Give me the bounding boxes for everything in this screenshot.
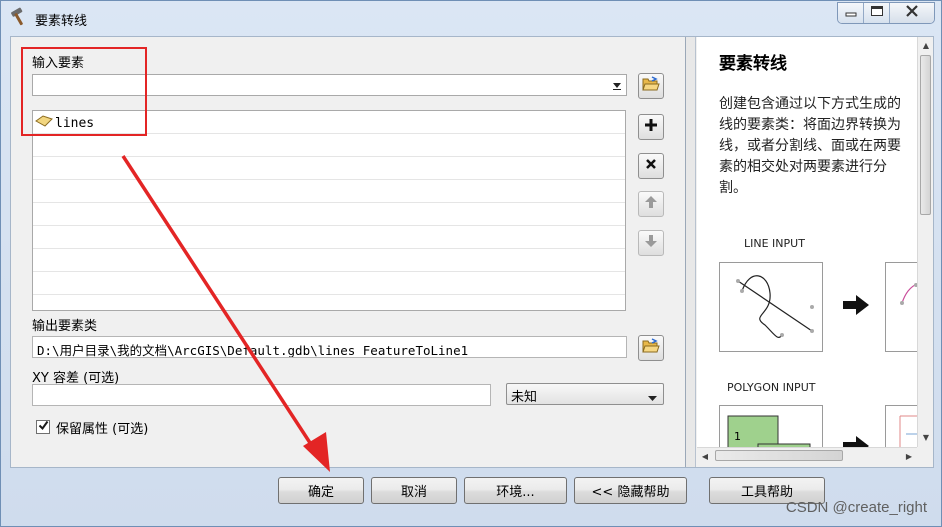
preserve-attributes-checkbox[interactable] bbox=[36, 420, 50, 434]
input-features-label: 输入要素 bbox=[32, 56, 85, 71]
polygon-label: 1 bbox=[734, 430, 741, 443]
xy-tolerance-field[interactable] bbox=[32, 384, 491, 406]
arrow-right-icon bbox=[842, 435, 870, 447]
scroll-right-icon[interactable]: ▶ bbox=[901, 448, 917, 464]
chevron-down-icon bbox=[648, 391, 657, 406]
window-controls bbox=[837, 2, 935, 24]
browse-output-button[interactable] bbox=[638, 335, 664, 361]
list-item[interactable]: lines bbox=[33, 111, 625, 134]
list-row-empty bbox=[33, 226, 625, 249]
scroll-up-icon[interactable]: ▲ bbox=[918, 37, 934, 53]
arrow-down-icon bbox=[644, 234, 658, 252]
checkmark-icon bbox=[38, 420, 49, 435]
close-icon bbox=[905, 5, 919, 21]
remove-input-button[interactable] bbox=[638, 153, 664, 179]
browse-input-button[interactable] bbox=[638, 73, 664, 99]
list-row-empty bbox=[33, 272, 625, 295]
xy-unit-value: 未知 bbox=[511, 390, 538, 405]
polygon-input-diagram: 1 bbox=[719, 405, 823, 447]
output-features-field[interactable]: D:\用户目录\我的文档\ArcGIS\Default.gdb\lines_Fe… bbox=[32, 336, 627, 358]
dialog-client-area: 输入要素 lines 输出要素类 D:\用户目录\我的文档\ArcGIS\Def… bbox=[10, 36, 934, 468]
window-title: 要素转线 bbox=[35, 14, 88, 29]
minimize-icon bbox=[845, 6, 857, 21]
arrow-right-icon bbox=[842, 294, 870, 320]
hammer-icon bbox=[9, 7, 29, 27]
polygon-output-diagram bbox=[885, 405, 917, 447]
list-row-empty bbox=[33, 203, 625, 226]
output-features-label: 输出要素类 bbox=[32, 319, 98, 334]
help-vscroll-thumb[interactable] bbox=[920, 55, 931, 215]
hide-help-button[interactable]: << 隐藏帮助 bbox=[574, 477, 687, 504]
help-hscroll-thumb[interactable] bbox=[715, 450, 843, 461]
chevron-down-icon[interactable] bbox=[608, 76, 625, 94]
title-bar[interactable]: 要素转线 bbox=[1, 1, 941, 35]
add-input-button[interactable] bbox=[638, 114, 664, 140]
maximize-button[interactable] bbox=[864, 3, 890, 23]
list-item-lines[interactable]: lines bbox=[35, 113, 94, 133]
x-icon bbox=[645, 158, 657, 174]
tool-dialog-window: 要素转线 输入要素 lines 输出要素类 D:\用户目录\我的文档\ArcGI… bbox=[0, 0, 942, 527]
plus-icon bbox=[644, 118, 658, 136]
list-row-empty bbox=[33, 157, 625, 180]
parameters-scrollbar[interactable] bbox=[686, 37, 696, 467]
input-features-list[interactable]: lines bbox=[32, 110, 626, 311]
list-row-empty bbox=[33, 249, 625, 272]
environments-button[interactable]: 环境... bbox=[464, 477, 567, 504]
open-folder-icon bbox=[642, 76, 660, 96]
polygon-layer-icon bbox=[35, 115, 53, 131]
line-input-diagram bbox=[719, 262, 823, 352]
close-button[interactable] bbox=[890, 3, 934, 23]
input-features-combobox[interactable] bbox=[32, 74, 627, 96]
list-row-empty bbox=[33, 134, 625, 157]
help-vertical-scrollbar[interactable]: ▲ ▼ bbox=[917, 37, 933, 447]
minimize-button[interactable] bbox=[838, 3, 864, 23]
help-title: 要素转线 bbox=[719, 54, 787, 74]
open-folder-icon bbox=[642, 338, 660, 358]
move-down-button[interactable] bbox=[638, 230, 664, 256]
list-row-empty bbox=[33, 180, 625, 203]
scroll-left-icon[interactable]: ◀ bbox=[697, 448, 713, 464]
arrow-up-icon bbox=[644, 195, 658, 213]
list-item-label: lines bbox=[55, 115, 95, 131]
xy-unit-select[interactable]: 未知 bbox=[506, 383, 664, 405]
preserve-attributes-label: 保留属性 (可选) bbox=[56, 422, 149, 437]
help-horizontal-scrollbar[interactable]: ◀ ▶ bbox=[697, 447, 917, 464]
watermark: CSDN @create_right bbox=[785, 499, 927, 516]
line-input-caption: LINE INPUT bbox=[744, 237, 805, 250]
scroll-down-icon[interactable]: ▼ bbox=[918, 429, 934, 445]
cancel-button[interactable]: 取消 bbox=[371, 477, 457, 504]
help-panel: 要素转线 创建包含通过以下方式生成的线的要素类：将面边界转换为线，或者分割线、面… bbox=[697, 37, 917, 447]
line-output-diagram bbox=[885, 262, 917, 352]
help-description: 创建包含通过以下方式生成的线的要素类：将面边界转换为线，或者分割线、面或在两要素… bbox=[719, 96, 901, 196]
maximize-icon bbox=[870, 5, 884, 21]
ok-button[interactable]: 确定 bbox=[278, 477, 364, 504]
polygon-input-caption: POLYGON INPUT bbox=[727, 381, 816, 394]
move-up-button[interactable] bbox=[638, 191, 664, 217]
parameters-panel: 输入要素 lines 输出要素类 D:\用户目录\我的文档\ArcGIS\Def… bbox=[11, 37, 686, 467]
